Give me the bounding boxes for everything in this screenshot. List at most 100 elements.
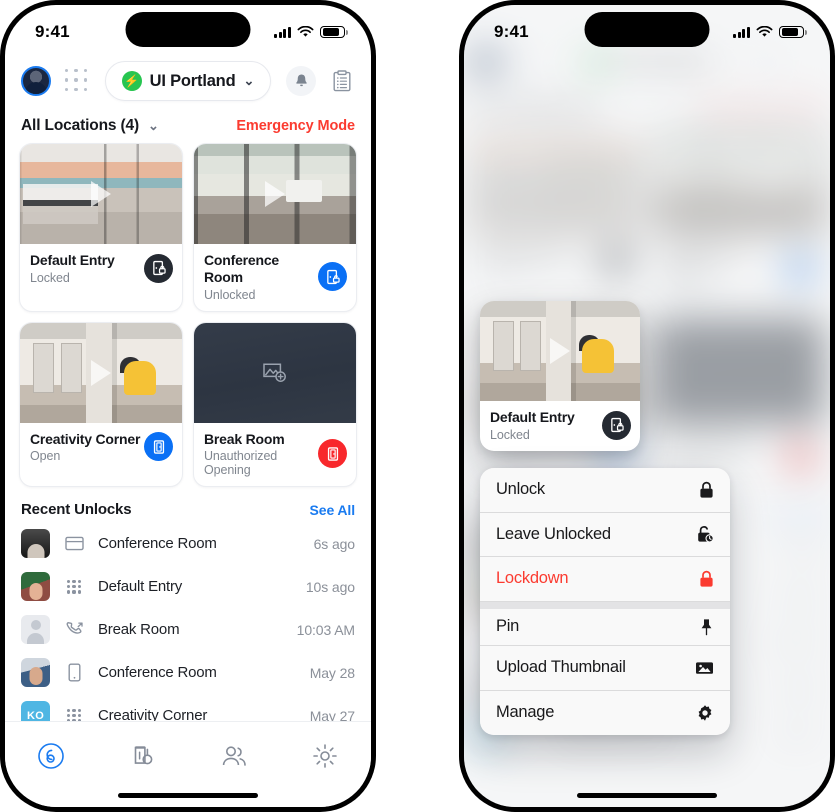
battery-icon xyxy=(320,25,348,39)
lock-closed-icon xyxy=(692,481,714,499)
menu-item-lockdown[interactable]: Lockdown xyxy=(480,557,730,602)
chevron-down-icon: ⌄ xyxy=(148,118,159,133)
keypad-icon xyxy=(62,580,86,594)
list-item[interactable]: Default Entry 10s ago xyxy=(21,565,355,608)
cellular-bars-icon xyxy=(274,26,291,38)
clipboard-icon xyxy=(333,70,351,92)
see-all-link[interactable]: See All xyxy=(310,502,356,518)
avatar xyxy=(21,572,50,602)
menu-item-upload-thumbnail[interactable]: Upload Thumbnail xyxy=(480,646,730,691)
unlock-time: May 28 xyxy=(309,664,355,681)
unlock-door-name: Break Room xyxy=(98,621,180,639)
org-name: UI Portland xyxy=(149,71,236,90)
bolt-icon: ⚡ xyxy=(121,71,142,91)
battery-icon xyxy=(779,25,807,39)
menu-item-label: Manage xyxy=(496,703,555,722)
locations-filter[interactable]: All Locations (4) ⌄ xyxy=(21,117,159,135)
list-item[interactable]: Break Room 10:03 AM xyxy=(21,608,355,651)
tab-doors[interactable] xyxy=(5,736,97,776)
door-unlocked-icon[interactable] xyxy=(318,262,347,292)
door-thumbnail[interactable] xyxy=(20,144,182,244)
emergency-mode-button[interactable]: Emergency Mode xyxy=(236,118,355,134)
phone-left-screen: 9:41 ⚡ UI Portland ⌄ All Locations (4) ⌄… xyxy=(5,5,371,807)
play-icon[interactable] xyxy=(91,359,111,386)
door-card[interactable]: Break Room Unauthorized Opening xyxy=(193,321,357,488)
door-thumbnail-placeholder[interactable] xyxy=(194,322,356,423)
locations-row: All Locations (4) ⌄ Emergency Mode xyxy=(5,107,371,143)
home-indicator xyxy=(118,793,258,798)
play-icon[interactable] xyxy=(91,181,111,207)
tab-settings[interactable] xyxy=(280,736,372,776)
dynamic-island xyxy=(584,12,710,47)
apps-grid-icon[interactable] xyxy=(64,68,90,94)
door-card-grid: Default Entry Locked Conference Room Unl… xyxy=(5,143,371,488)
unlock-door-name: Default Entry xyxy=(98,578,183,596)
pin-icon xyxy=(692,618,714,636)
intercom-call-icon xyxy=(62,621,86,638)
list-item[interactable]: Conference Room May 28 xyxy=(21,651,355,694)
phone-left: 9:41 ⚡ UI Portland ⌄ All Locations (4) ⌄… xyxy=(0,0,376,812)
user-avatar[interactable] xyxy=(21,66,51,96)
avatar xyxy=(21,529,50,559)
door-name: Creativity Corner xyxy=(30,430,141,447)
door-thumbnail[interactable] xyxy=(480,301,640,401)
gear-icon xyxy=(692,704,714,722)
door-status: Unlocked xyxy=(204,287,256,302)
menu-item-manage[interactable]: Manage xyxy=(480,690,730,735)
door-card[interactable]: Default Entry Locked xyxy=(19,143,183,312)
phone-right: UI Portland All Locations (4)Emergency M… xyxy=(459,0,835,812)
focused-door-card[interactable]: Default Entry Locked xyxy=(480,301,640,451)
recent-unlocks-section: Recent Unlocks See All Conference Room 6… xyxy=(5,487,371,737)
menu-item-label: Unlock xyxy=(496,480,545,499)
door-open-icon[interactable] xyxy=(144,432,173,462)
cellular-bars-icon xyxy=(733,26,750,38)
locations-title: All Locations (4) xyxy=(21,117,140,134)
status-time: 9:41 xyxy=(35,22,70,41)
menu-item-unlock[interactable]: Unlock xyxy=(480,468,730,513)
tab-activity[interactable] xyxy=(97,736,189,776)
play-icon[interactable] xyxy=(265,181,285,207)
door-thumbnail[interactable] xyxy=(194,144,356,244)
tab-bar xyxy=(5,721,371,807)
door-locked-icon[interactable] xyxy=(144,253,173,283)
activity-icon xyxy=(134,746,153,765)
list-item[interactable]: Conference Room 6s ago xyxy=(21,522,355,565)
doors-icon xyxy=(37,743,64,769)
door-status: Open xyxy=(30,449,61,464)
unlock-time: 6s ago xyxy=(313,535,356,552)
menu-item-label: Lockdown xyxy=(496,569,569,588)
play-icon[interactable] xyxy=(550,338,570,364)
settings-gear-icon xyxy=(313,744,338,768)
context-menu: Unlock Leave Unlocked Lockdown Pin Uploa… xyxy=(480,468,730,735)
wifi-icon xyxy=(756,26,773,37)
unlock-time: 10:03 AM xyxy=(296,621,355,638)
tab-people[interactable] xyxy=(188,736,280,776)
door-status: Locked xyxy=(490,427,530,442)
door-name: Break Room xyxy=(204,430,285,447)
avatar xyxy=(21,658,50,688)
app-header: ⚡ UI Portland ⌄ xyxy=(5,53,371,107)
mobile-phone-icon xyxy=(62,663,86,682)
menu-item-label: Upload Thumbnail xyxy=(496,658,626,677)
menu-item-leave-unlocked[interactable]: Leave Unlocked xyxy=(480,512,730,557)
notifications-button[interactable] xyxy=(286,66,316,96)
door-status: Locked xyxy=(30,270,70,285)
menu-item-pin[interactable]: Pin xyxy=(480,601,730,646)
activity-log-button[interactable] xyxy=(329,67,355,95)
unlock-time: 10s ago xyxy=(305,578,355,595)
lock-red-icon xyxy=(692,570,714,588)
bell-icon xyxy=(295,74,307,87)
screenshot-stage: 9:41 ⚡ UI Portland ⌄ All Locations (4) ⌄… xyxy=(0,0,835,812)
door-card[interactable]: Conference Room Unlocked xyxy=(193,143,357,312)
door-locked-icon[interactable] xyxy=(602,410,631,440)
org-selector[interactable]: ⚡ UI Portland ⌄ xyxy=(105,61,271,101)
door-name: Conference Room xyxy=(204,252,280,285)
unlock-door-name: Conference Room xyxy=(98,664,217,682)
menu-item-label: Leave Unlocked xyxy=(496,524,611,543)
door-thumbnail[interactable] xyxy=(20,322,182,423)
dynamic-island xyxy=(125,12,251,47)
door-open-icon[interactable] xyxy=(318,439,347,469)
wifi-icon xyxy=(297,26,314,37)
door-card[interactable]: Creativity Corner Open xyxy=(19,321,183,488)
status-time: 9:41 xyxy=(494,22,529,41)
